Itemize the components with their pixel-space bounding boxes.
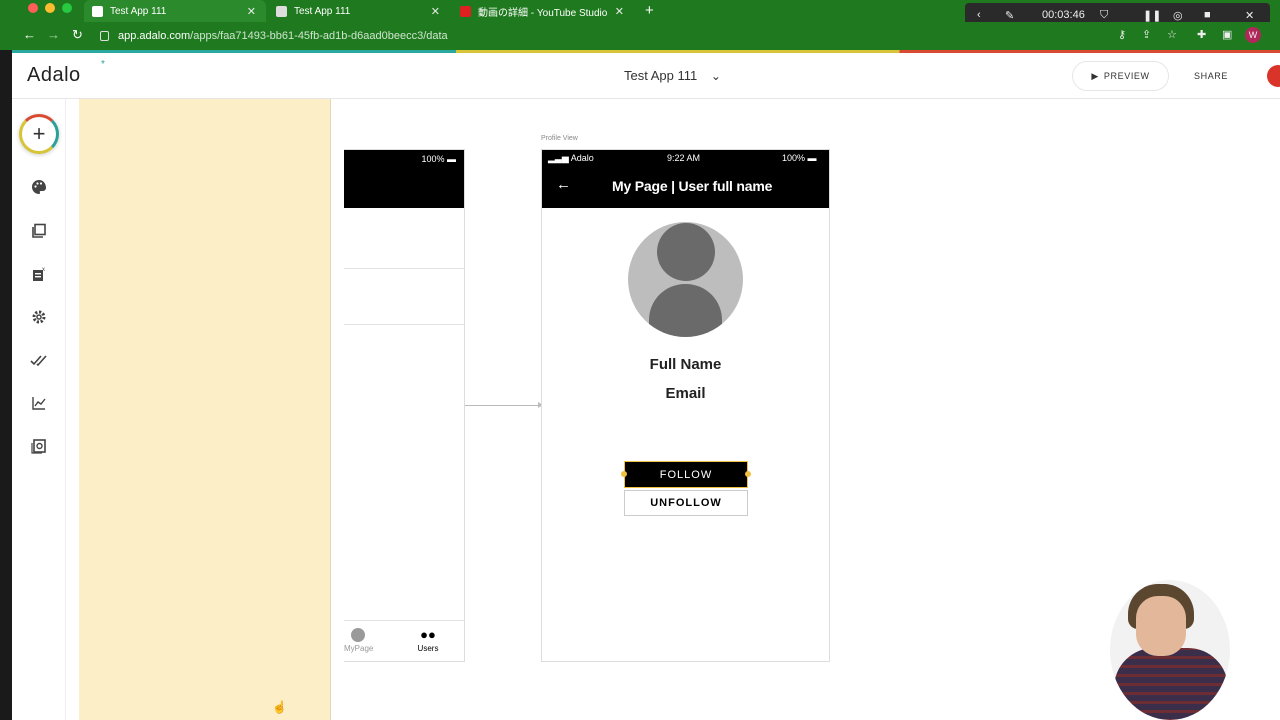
youtube-favicon-icon	[460, 5, 471, 17]
unfollow-button[interactable]: UNFOLLOW	[624, 490, 748, 516]
screens-icon[interactable]	[29, 221, 49, 241]
browser-tab-3[interactable]: 動画の詳細 - YouTube Studio ✕	[452, 0, 634, 22]
svg-text:x: x	[42, 267, 45, 273]
battery-status: 100% ▬	[421, 154, 456, 164]
pause-icon[interactable]: ❚❚	[1143, 9, 1161, 22]
component-panel	[79, 99, 331, 720]
profile-view-screen[interactable]: ▂▃▅ Adalo 9:22 AM 100% ▬ ← My Page | Use…	[541, 149, 830, 662]
chart-icon[interactable]	[29, 393, 49, 413]
adalo-logo[interactable]: Adalo *	[27, 59, 105, 87]
users-list-screen[interactable]: 100% ▬ MyPage ●● Users	[344, 149, 465, 662]
tab-label: Test App 111	[110, 5, 167, 17]
pencil-icon[interactable]: ✎	[1005, 9, 1014, 22]
play-icon: ▶	[1091, 70, 1099, 81]
new-tab-button[interactable]: +	[645, 2, 654, 19]
back-icon[interactable]: ←	[23, 27, 36, 42]
webcam-shirt-shape	[1114, 648, 1228, 720]
screen-header: 100% ▬	[344, 150, 464, 208]
address-bar: ← → ↻ app.adalo.com /apps/faa71493-bb61-…	[0, 22, 1280, 50]
list-divider	[344, 324, 464, 325]
full-name-text[interactable]: Full Name	[542, 356, 829, 373]
screen-link-arrow	[465, 402, 543, 408]
recording-timer: 00:03:46	[1042, 9, 1085, 21]
list-divider	[344, 268, 464, 269]
share-button[interactable]: SHARE	[1194, 71, 1228, 81]
tab-mypage[interactable]: MyPage	[344, 628, 373, 653]
window-zoom-dot[interactable]	[62, 3, 72, 13]
close-tab-icon[interactable]: ✕	[615, 5, 624, 18]
profile-avatar-image[interactable]	[628, 222, 743, 337]
browser-tab-1[interactable]: Test App 111 ✕	[84, 0, 266, 22]
left-toolbar: + x	[12, 99, 66, 720]
chevron-left-icon[interactable]: ‹	[977, 9, 981, 21]
star-icon[interactable]: ☆	[1167, 28, 1177, 41]
url-field[interactable]: app.adalo.com /apps/faa71493-bb61-45fb-a…	[100, 26, 448, 46]
avatar-head-shape	[657, 223, 715, 281]
lock-icon	[100, 31, 109, 41]
reload-icon[interactable]: ↻	[72, 27, 83, 43]
shield-icon[interactable]: ⛉	[1100, 9, 1108, 22]
add-component-button[interactable]: +	[19, 114, 59, 154]
email-text[interactable]: Email	[542, 385, 829, 402]
resize-handle[interactable]	[621, 471, 627, 477]
screen-title: My Page | User full name	[612, 178, 773, 194]
chevron-down-icon: ⌄	[710, 69, 721, 83]
status-time: 9:22 AM	[667, 153, 701, 163]
screen-name-label[interactable]: Profile View	[541, 135, 578, 142]
restart-icon[interactable]: ◎	[1173, 9, 1183, 22]
url-host: app.adalo.com	[118, 30, 191, 42]
key-icon[interactable]: ⚷	[1118, 28, 1126, 41]
battery-status: 100% ▬	[782, 153, 817, 163]
marketplace-icon[interactable]	[29, 436, 49, 456]
back-arrow-icon[interactable]: ←	[556, 176, 571, 193]
account-icon	[351, 628, 365, 642]
editor-header: Adalo * Test App 111 ⌄ ▶ PREVIEW SHARE	[12, 53, 1280, 99]
users-icon: ●●	[420, 627, 436, 642]
adalo-editor: Adalo * Test App 111 ⌄ ▶ PREVIEW SHARE +…	[12, 53, 1280, 720]
follow-button[interactable]: FOLLOW	[624, 461, 748, 488]
app-name-selector[interactable]: Test App 111 ⌄	[624, 68, 721, 83]
preview-button[interactable]: ▶ PREVIEW	[1072, 61, 1169, 91]
forward-icon[interactable]: →	[47, 27, 60, 42]
share-icon[interactable]: ⇪	[1142, 28, 1151, 41]
profile-header: ▂▃▅ Adalo 9:22 AM 100% ▬ ← My Page | Use…	[542, 150, 829, 208]
sidebar-icon[interactable]: ▣	[1222, 28, 1232, 41]
logo-star-icon: *	[101, 59, 106, 70]
tab-label: 動画の詳細 - YouTube Studio	[478, 7, 608, 19]
database-icon[interactable]: x	[29, 264, 49, 284]
tab-label: Test App 111	[294, 5, 351, 17]
resize-handle[interactable]	[745, 471, 751, 477]
gear-icon[interactable]	[29, 307, 49, 327]
stop-icon[interactable]: ■	[1204, 9, 1211, 21]
double-check-icon[interactable]	[29, 350, 49, 370]
webcam-overlay	[1110, 580, 1230, 720]
adalo-favicon-icon	[92, 5, 103, 17]
palette-icon[interactable]	[29, 177, 49, 197]
close-tab-icon[interactable]: ✕	[431, 5, 440, 18]
close-icon[interactable]: ✕	[1245, 9, 1254, 22]
close-tab-icon[interactable]: ✕	[247, 5, 256, 18]
bottom-tab-bar: MyPage ●● Users	[344, 620, 464, 663]
window-minimize-dot[interactable]	[45, 3, 55, 13]
carrier-status: ▂▃▅ Adalo	[548, 153, 594, 163]
browser-tab-2[interactable]: Test App 111 ✕	[268, 0, 450, 22]
extensions-icon[interactable]: ✚	[1197, 28, 1206, 41]
user-avatar[interactable]	[1267, 65, 1280, 87]
webcam-face-shape	[1136, 596, 1186, 656]
tab-users[interactable]: ●● Users	[414, 627, 442, 654]
page-favicon-icon	[276, 5, 287, 17]
profile-avatar[interactable]: W	[1245, 27, 1261, 43]
url-path: /apps/faa71493-bb61-45fb-ad1b-d6aad0beec…	[190, 30, 448, 42]
window-close-dot[interactable]	[28, 3, 38, 13]
app-name: Test App 111	[624, 68, 698, 83]
avatar-body-shape	[649, 284, 722, 337]
hand-cursor-icon: ☝	[272, 700, 287, 714]
